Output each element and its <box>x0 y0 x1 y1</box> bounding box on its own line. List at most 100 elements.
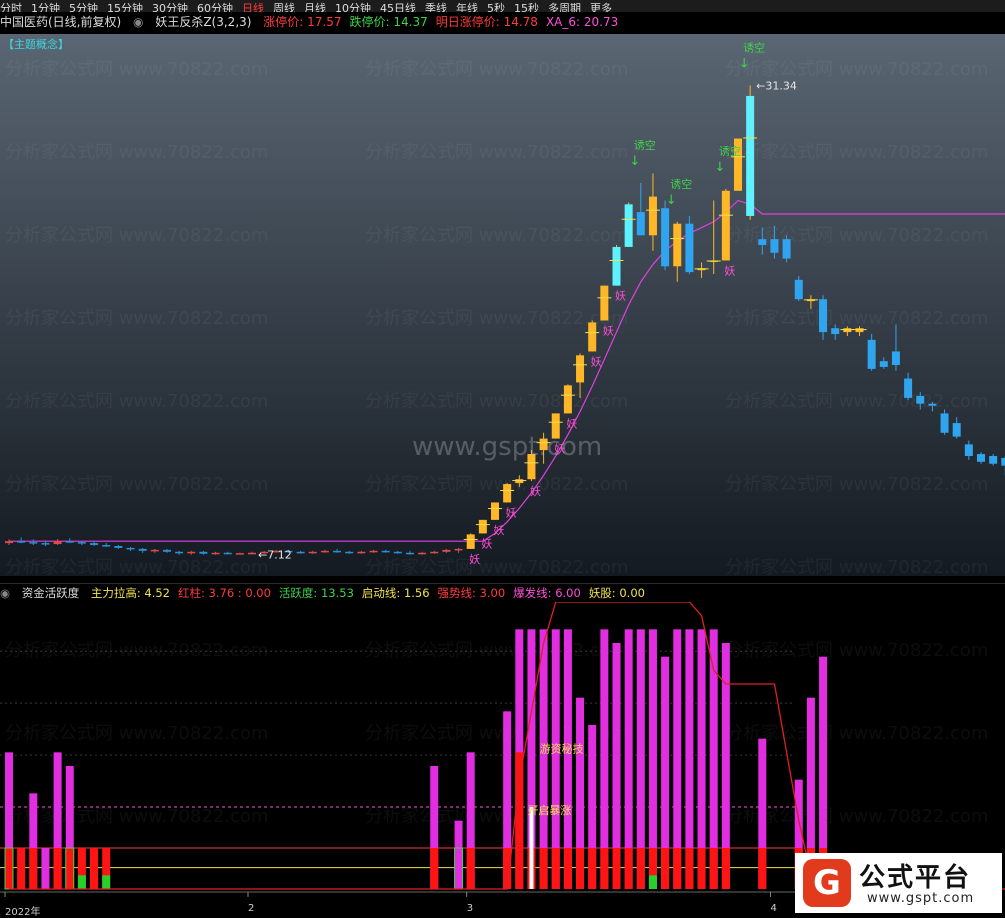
short-trap-arrow-icon-2: ↓ <box>714 160 725 175</box>
candle-body <box>466 534 475 549</box>
candle-body <box>721 190 730 261</box>
tiled-watermark-text: 分析家公式网 www.70822.com <box>725 474 988 495</box>
candle-body <box>418 552 427 555</box>
theme-concept-button[interactable]: 【主题概念】 <box>3 36 69 52</box>
indicator-label-1: 开启暴涨 <box>527 804 571 817</box>
red-bar-56 <box>685 848 694 889</box>
signal-yao-1: 妖 <box>481 536 492 550</box>
candle-body <box>333 550 342 553</box>
candle-body <box>235 553 244 555</box>
candle-body <box>77 542 86 544</box>
candle-body <box>491 502 499 520</box>
tiled-watermark-text: 分析家公式网 www.70822.com <box>365 59 628 80</box>
candle-body <box>114 545 123 548</box>
candle-body <box>867 339 876 369</box>
signal-yao-9: 妖 <box>615 289 626 303</box>
tiled-watermark-text: 分析家公式网 www.70822.com <box>5 308 268 329</box>
candle-body <box>320 550 329 553</box>
center-watermark: www.gspt.com <box>412 432 603 462</box>
red-bar-1 <box>17 848 26 889</box>
short-trap-label-3: 诱空 <box>743 40 765 54</box>
tiled-watermark-text: 分析家公式网 www.70822.com <box>725 640 988 661</box>
candle-body <box>891 351 900 366</box>
price-annotation-1: ←31.34 <box>756 79 797 92</box>
red-bar-51 <box>624 848 633 889</box>
candle-body <box>430 551 439 554</box>
tiled-watermark-text: 分析家公式网 www.70822.com <box>5 557 268 578</box>
date-label-3: 4 <box>770 903 777 914</box>
gspt-badge: G 公式平台 www.gspt.com <box>795 853 1002 913</box>
gspt-logo-icon: G <box>803 859 851 907</box>
red-bar-62 <box>758 848 767 889</box>
candle-body <box>296 551 305 554</box>
candle-body <box>175 551 184 554</box>
candle-body <box>150 549 159 552</box>
signal-yao-4: 妖 <box>530 484 541 498</box>
candle-body <box>928 403 937 406</box>
candle-body <box>41 543 50 545</box>
candle-body <box>138 548 147 551</box>
candle-body <box>369 550 378 553</box>
candle-body <box>357 551 366 554</box>
candle-body <box>563 385 572 414</box>
indicator-value-1: 红柱: 3.76 : 0.00 <box>178 586 271 600</box>
tiled-watermark-text: 分析家公式网 www.70822.com <box>725 142 988 163</box>
badge-url: www.gspt.com <box>867 891 975 906</box>
indicator2-name[interactable]: 资金活跃度 <box>22 586 80 600</box>
candle-body <box>454 548 463 551</box>
candle-body <box>782 239 791 259</box>
candle-body <box>211 552 220 555</box>
candle-body <box>855 328 864 333</box>
magenta-bar-37 <box>454 820 463 889</box>
candle-56[interactable] <box>685 215 694 275</box>
signal-yao-6: 妖 <box>566 416 577 430</box>
candle-body <box>952 423 961 437</box>
price-annotation-0: ←7.12 <box>258 548 292 561</box>
red-bar-58 <box>709 848 718 889</box>
magenta-bar-3 <box>41 848 50 889</box>
candle-body <box>831 328 840 335</box>
candle-body <box>843 328 852 333</box>
red-bar-0 <box>5 848 13 889</box>
red-bar-49 <box>600 848 609 889</box>
candle-body <box>612 246 621 286</box>
short-trap-label-0: 诱空 <box>634 138 656 152</box>
red-bar-47 <box>576 848 585 889</box>
short-trap-label-1: 诱空 <box>670 177 692 191</box>
indicator-eye-icon-2[interactable]: ◉ <box>0 586 10 600</box>
candle-body <box>90 543 99 546</box>
signal-yao-8: 妖 <box>603 323 614 337</box>
candle-64[interactable] <box>782 235 791 263</box>
candle-54[interactable] <box>661 200 670 271</box>
indicator-value-5: 爆发线: 6.00 <box>513 586 581 600</box>
candle-body <box>162 549 171 552</box>
candle-body <box>308 551 317 554</box>
candle-body <box>989 455 998 464</box>
candle-body <box>576 355 585 383</box>
indicator-label-0: 游资秘技 <box>540 741 584 755</box>
signal-yao-7: 妖 <box>591 354 602 368</box>
red-bar-35 <box>430 848 439 889</box>
candle-body <box>126 547 135 550</box>
short-trap-label-2: 诱空 <box>719 144 741 158</box>
date-label-2: 3 <box>466 903 474 914</box>
candle-body <box>102 545 111 547</box>
white-marker-bar <box>529 807 534 889</box>
candle-body <box>478 519 487 534</box>
candle-body <box>794 279 803 300</box>
candle-body <box>940 413 949 433</box>
green-bar-8 <box>102 875 111 889</box>
date-axis: 2022年 2 3 4 <box>0 903 795 918</box>
candle-body <box>393 551 402 554</box>
candle-body <box>648 196 657 236</box>
green-bar-53 <box>648 875 657 889</box>
candle-body <box>503 484 512 503</box>
candle-body <box>17 541 26 543</box>
tiled-watermark-text: 分析家公式网 www.70822.com <box>725 308 988 329</box>
red-bar-48 <box>588 848 597 889</box>
candle-body <box>223 552 232 555</box>
candle-body <box>904 378 913 398</box>
candle-body <box>515 479 524 484</box>
candle-body <box>964 444 973 456</box>
candle-body <box>442 549 451 552</box>
